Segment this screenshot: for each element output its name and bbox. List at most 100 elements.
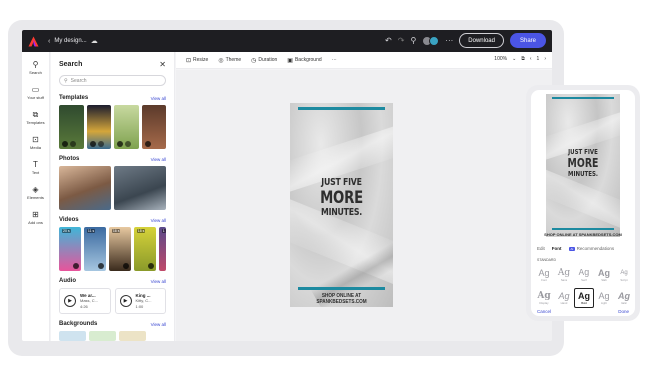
rail-item-text[interactable]: T Text (22, 160, 49, 179)
font-option[interactable]: Ag Font (534, 265, 554, 285)
audio-title: We ar... (80, 292, 96, 298)
font-name: Sans (560, 278, 568, 282)
pages-icon[interactable]: ⧉ (521, 56, 525, 62)
share-button[interactable]: Share (509, 33, 546, 48)
location-pin-icon[interactable]: ⚲ (410, 36, 416, 45)
rail-label: Elements (27, 195, 44, 200)
font-name: Serif (581, 278, 587, 282)
laptop-screen: ‹ My design... ☁ ↶ ↷ ⚲ ··· Download Shar… (22, 30, 552, 341)
view-all-link[interactable]: View all (151, 322, 166, 327)
font-option[interactable]: Ag Serif (574, 265, 594, 285)
collaborators[interactable] (422, 35, 440, 46)
text-icon: T (33, 160, 38, 169)
video-duration: 11 s (86, 229, 96, 233)
editor-toolbar: ⊡ Resize ◎ Theme ◷ Duration ▣ Background… (176, 52, 552, 69)
undo-icon[interactable]: ↶ (385, 36, 392, 45)
search-input[interactable]: ⚲ Search (59, 75, 166, 86)
document-title[interactable]: My design... (54, 38, 86, 44)
view-all-link[interactable]: View all (151, 218, 166, 223)
phone-design-preview[interactable]: JUST FIVE MORE MINUTES. (546, 94, 620, 237)
tab-edit[interactable]: Edit (537, 246, 545, 251)
audio-track[interactable]: ▶ King ... Kitty, C... 1:00 (114, 288, 166, 314)
font-option[interactable]: Ag Light (594, 288, 614, 308)
elements-icon: ◈ (32, 185, 39, 194)
template-thumbnail[interactable] (86, 105, 111, 149)
rail-label: Your stuff (27, 95, 44, 100)
resize-button[interactable]: ⊡ Resize (186, 57, 208, 64)
font-option-selected[interactable]: Ag Bold (574, 288, 594, 308)
template-thumbnail[interactable] (59, 105, 84, 149)
done-button[interactable]: Done (618, 309, 629, 314)
zoom-level[interactable]: 100% (494, 56, 507, 62)
download-button[interactable]: Download (459, 33, 504, 48)
font-option[interactable]: Ag Sans (554, 265, 574, 285)
view-all-link[interactable]: View all (151, 157, 166, 162)
view-all-link[interactable]: View all (151, 96, 166, 101)
font-option[interactable]: Ag Slab (594, 265, 614, 285)
cancel-button[interactable]: Cancel (537, 309, 551, 314)
tab-font[interactable]: Font (552, 246, 562, 251)
play-icon (147, 263, 154, 269)
tab-recommendations[interactable]: AI Recommendations (568, 246, 614, 251)
view-all-link[interactable]: View all (151, 279, 166, 284)
templates-icon: ⧉ (32, 110, 39, 119)
more-icon[interactable]: ··· (445, 36, 453, 45)
videos-section-header: Videos View all (51, 217, 174, 223)
background-thumbnail[interactable] (89, 331, 116, 341)
rail-item-templates[interactable]: ⧉ Templates (22, 110, 49, 129)
chevron-left-icon[interactable]: ‹ (48, 38, 50, 45)
redo-icon[interactable]: ↷ (398, 36, 405, 45)
audio-artist: Kitty, C... (135, 298, 152, 304)
background-thumbnail[interactable] (59, 331, 86, 341)
font-sample: Ag (578, 268, 590, 278)
page-number: 1 (536, 56, 540, 62)
font-sample: Ag (538, 268, 550, 278)
footer-text[interactable]: SHOP ONLINE AT SPANKBEDSETS.COM (298, 293, 386, 305)
font-sample: Ag (598, 291, 610, 301)
theme-button[interactable]: ◎ Theme (218, 57, 241, 64)
chevron-right-icon[interactable]: › (544, 56, 546, 62)
video-thumbnail[interactable]: 1 (158, 227, 166, 271)
headline[interactable]: JUST FIVE MORE MINUTES. (290, 177, 393, 219)
photos-section-header: Photos View all (51, 156, 174, 162)
chevron-left-icon[interactable]: ‹ (530, 56, 532, 62)
video-thumbnail[interactable]: 18 s (133, 227, 156, 271)
rail-item-search[interactable]: ⚲ Search (22, 60, 49, 79)
play-icon (97, 263, 104, 269)
top-bar: ‹ My design... ☁ ↶ ↷ ⚲ ··· Download Shar… (22, 30, 552, 52)
chevron-down-icon[interactable]: ⌄ (512, 56, 516, 62)
photo-thumbnail[interactable] (59, 166, 111, 210)
font-sample: Ag (578, 291, 590, 301)
accent-bar-top[interactable] (298, 107, 385, 110)
play-icon (122, 263, 129, 269)
video-thumbnail[interactable]: 20 s (59, 227, 81, 271)
background-button[interactable]: ▣ Background (287, 57, 321, 64)
video-thumbnail[interactable]: 16 s (108, 227, 131, 271)
font-option[interactable]: Ag Italic (614, 288, 634, 308)
rail-item-your-stuff[interactable]: ▭ Your stuff (22, 85, 49, 104)
audio-track[interactable]: ▶ We ar... Mass, C... 4:26 (59, 288, 111, 314)
font-option[interactable]: Ag Hand (554, 288, 574, 308)
accent-bar-bottom[interactable] (298, 287, 385, 290)
audio-row: ▶ We ar... Mass, C... 4:26 ▶ King ... Ki… (51, 288, 174, 314)
rail-item-media[interactable]: ⊡ Media (22, 135, 49, 154)
duration-button[interactable]: ◷ Duration (251, 57, 277, 64)
design-canvas[interactable]: JUST FIVE MORE MINUTES. SHOP ONLINE AT S… (290, 103, 393, 307)
panel-header: Search ✕ (51, 52, 174, 69)
more-icon[interactable]: ··· (332, 57, 337, 63)
font-option[interactable]: Ag Display (534, 288, 554, 308)
play-icon[interactable]: ▶ (119, 295, 132, 307)
photo-thumbnail[interactable] (114, 166, 166, 210)
font-option[interactable]: Ag Script (614, 265, 634, 285)
background-thumbnail[interactable] (119, 331, 146, 341)
template-thumbnail[interactable] (141, 105, 166, 149)
close-icon[interactable]: ✕ (159, 60, 166, 69)
template-thumbnail[interactable] (114, 105, 139, 149)
video-thumbnail[interactable]: 11 s (83, 227, 106, 271)
play-icon[interactable]: ▶ (64, 295, 76, 307)
rail-item-elements[interactable]: ◈ Elements (22, 185, 49, 204)
rail-label: Media (30, 145, 41, 150)
phone-actions: Cancel Done (537, 309, 629, 314)
rail-item-add-ons[interactable]: ⊞ Add ons (22, 210, 49, 229)
app-logo-icon[interactable] (22, 30, 44, 52)
